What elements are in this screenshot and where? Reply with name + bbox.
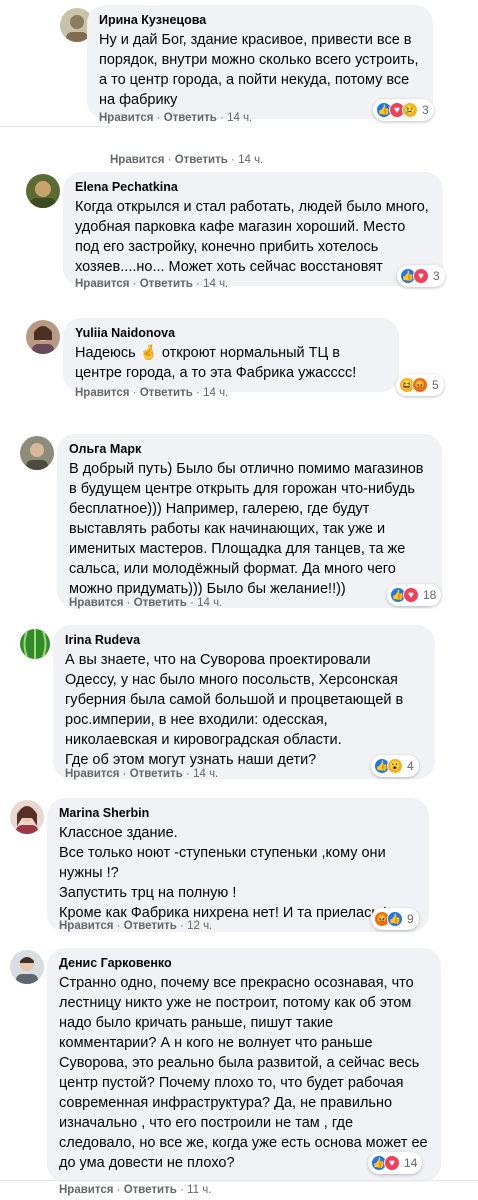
separator: ·	[192, 387, 204, 399]
separator: ·	[113, 920, 124, 932]
comment-author[interactable]: Ирина Кузнецова	[99, 12, 421, 28]
reply-actions: Нравится · Ответить · 14 ч.	[110, 154, 263, 166]
separator: ·	[182, 768, 194, 780]
reply-button[interactable]: Ответить	[140, 387, 193, 399]
separator: ·	[216, 112, 228, 124]
separator: ·	[129, 278, 140, 290]
avatar[interactable]	[10, 950, 44, 984]
comment-actions: Нравится · Ответить · 12 ч.	[59, 920, 212, 932]
reactions-count: 3	[422, 103, 429, 117]
comment-author[interactable]: Ольга Марк	[69, 441, 430, 457]
comment-text: Когда открылся и стал работать, людей бы…	[75, 199, 433, 275]
comment-bubble: Yuliia Naidonova Надеюсь 🤞 откроют норма…	[63, 318, 399, 392]
comment-actions: Нравится · Ответить · 14 ч.	[65, 768, 218, 780]
wow-reaction-icon: 😮	[387, 758, 403, 774]
avatar[interactable]	[18, 627, 52, 661]
timestamp[interactable]: 14 ч.	[203, 387, 228, 399]
comment-text: А вы знаете, что на Суворова проектирова…	[65, 652, 404, 768]
like-button[interactable]: Нравится	[59, 920, 113, 932]
like-button[interactable]: Нравится	[99, 112, 153, 124]
reply-button[interactable]: Ответить	[175, 154, 228, 166]
reply-button[interactable]: Ответить	[134, 597, 187, 609]
comment-bubble: Elena Pechatkina Когда открылся и стал р…	[63, 172, 443, 286]
avatar[interactable]	[26, 320, 60, 354]
comment-bubble: Marina Sherbin Классное здание. Все толь…	[47, 798, 429, 932]
separator: ·	[123, 597, 134, 609]
reactions-badge[interactable]: 👍 ♥ 18	[387, 584, 442, 606]
separator: ·	[164, 154, 175, 166]
comment-bubble: Денис Гарковенко Странно одно, почему вс…	[47, 948, 441, 1182]
comment-actions: Нравится · Ответить · 14 ч.	[75, 278, 228, 290]
comment-text: Ну и дай Бог, здание красивое, привести …	[99, 32, 423, 108]
comment-text: Странно одно, почему все прекрасно осозн…	[59, 975, 432, 1171]
timestamp[interactable]: 14 ч.	[193, 768, 218, 780]
reactions-badge[interactable]: 😡 👍 9	[371, 908, 419, 930]
like-button[interactable]: Нравится	[110, 154, 164, 166]
sad-reaction-icon: 😢	[402, 102, 418, 118]
love-reaction-icon: ♥	[384, 1155, 400, 1171]
comment-actions: Нравится · Ответить · 14 ч.	[99, 112, 252, 124]
timestamp[interactable]: 14 ч.	[197, 597, 222, 609]
like-button[interactable]: Нравится	[75, 387, 129, 399]
separator: ·	[119, 768, 130, 780]
reactions-badge[interactable]: 😆 😡 5	[396, 374, 444, 396]
reactions-count: 9	[407, 912, 414, 926]
comment-text: Классное здание. Все только ноют -ступен…	[59, 825, 387, 921]
comment-author[interactable]: Irina Rudeva	[65, 632, 423, 648]
comment-author[interactable]: Elena Pechatkina	[75, 179, 431, 195]
divider	[0, 126, 110, 127]
comment-author[interactable]: Yuliia Naidonova	[75, 325, 387, 341]
like-reaction-icon: 👍	[387, 911, 403, 927]
separator: ·	[227, 154, 239, 166]
separator: ·	[113, 1184, 124, 1196]
timestamp[interactable]: 14 ч.	[203, 278, 228, 290]
reactions-badge[interactable]: 👍 ♥ 😢 3	[373, 99, 434, 121]
avatar[interactable]	[26, 174, 60, 208]
reply-button[interactable]: Ответить	[140, 278, 193, 290]
avatar[interactable]	[20, 436, 54, 470]
timestamp[interactable]: 11 ч.	[187, 1184, 211, 1196]
reactions-count: 3	[433, 269, 440, 283]
separator: ·	[186, 597, 198, 609]
reactions-badge[interactable]: 👍 ♥ 3	[397, 265, 445, 287]
timestamp[interactable]: 14 ч.	[238, 154, 263, 166]
reactions-count: 14	[404, 1156, 418, 1170]
reactions-count: 4	[407, 759, 414, 773]
like-button[interactable]: Нравится	[75, 278, 129, 290]
separator: ·	[176, 1184, 188, 1196]
like-button[interactable]: Нравится	[69, 597, 123, 609]
comment-actions: Нравится · Ответить · 14 ч.	[69, 597, 222, 609]
comment-actions: Нравится · Ответить · 14 ч.	[75, 387, 228, 399]
love-reaction-icon: ♥	[403, 587, 419, 603]
reactions-count: 5	[432, 378, 439, 392]
comment-text: Надеюсь 🤞 откроют нормальный ТЦ в центре…	[75, 345, 357, 381]
separator: ·	[153, 112, 164, 124]
separator: ·	[176, 920, 188, 932]
reply-button[interactable]: Ответить	[124, 920, 177, 932]
comment-author[interactable]: Marina Sherbin	[59, 805, 417, 821]
reply-button[interactable]: Ответить	[164, 112, 217, 124]
reactions-badge[interactable]: 👍 ♥ 14	[368, 1152, 423, 1174]
divider	[0, 1180, 478, 1181]
avatar[interactable]	[10, 800, 44, 834]
reactions-count: 18	[423, 588, 437, 602]
reply-button[interactable]: Ответить	[124, 1184, 177, 1196]
reactions-badge[interactable]: 👍 😮 4	[371, 755, 419, 777]
comment-text: В добрый путь) Было бы отлично помимо ма…	[69, 461, 428, 597]
love-reaction-icon: ♥	[413, 268, 429, 284]
separator: ·	[192, 278, 204, 290]
timestamp[interactable]: 14 ч.	[227, 112, 252, 124]
separator: ·	[129, 387, 140, 399]
timestamp[interactable]: 12 ч.	[187, 920, 212, 932]
angry-reaction-icon: 😡	[412, 377, 428, 393]
reply-button[interactable]: Ответить	[130, 768, 183, 780]
comment-bubble: Ольга Марк В добрый путь) Было бы отличн…	[57, 434, 442, 608]
like-button[interactable]: Нравится	[65, 768, 119, 780]
comment-actions: Нравится · Ответить · 11 ч.	[59, 1184, 211, 1196]
like-button[interactable]: Нравится	[59, 1184, 113, 1196]
comment-author[interactable]: Денис Гарковенко	[59, 955, 429, 971]
